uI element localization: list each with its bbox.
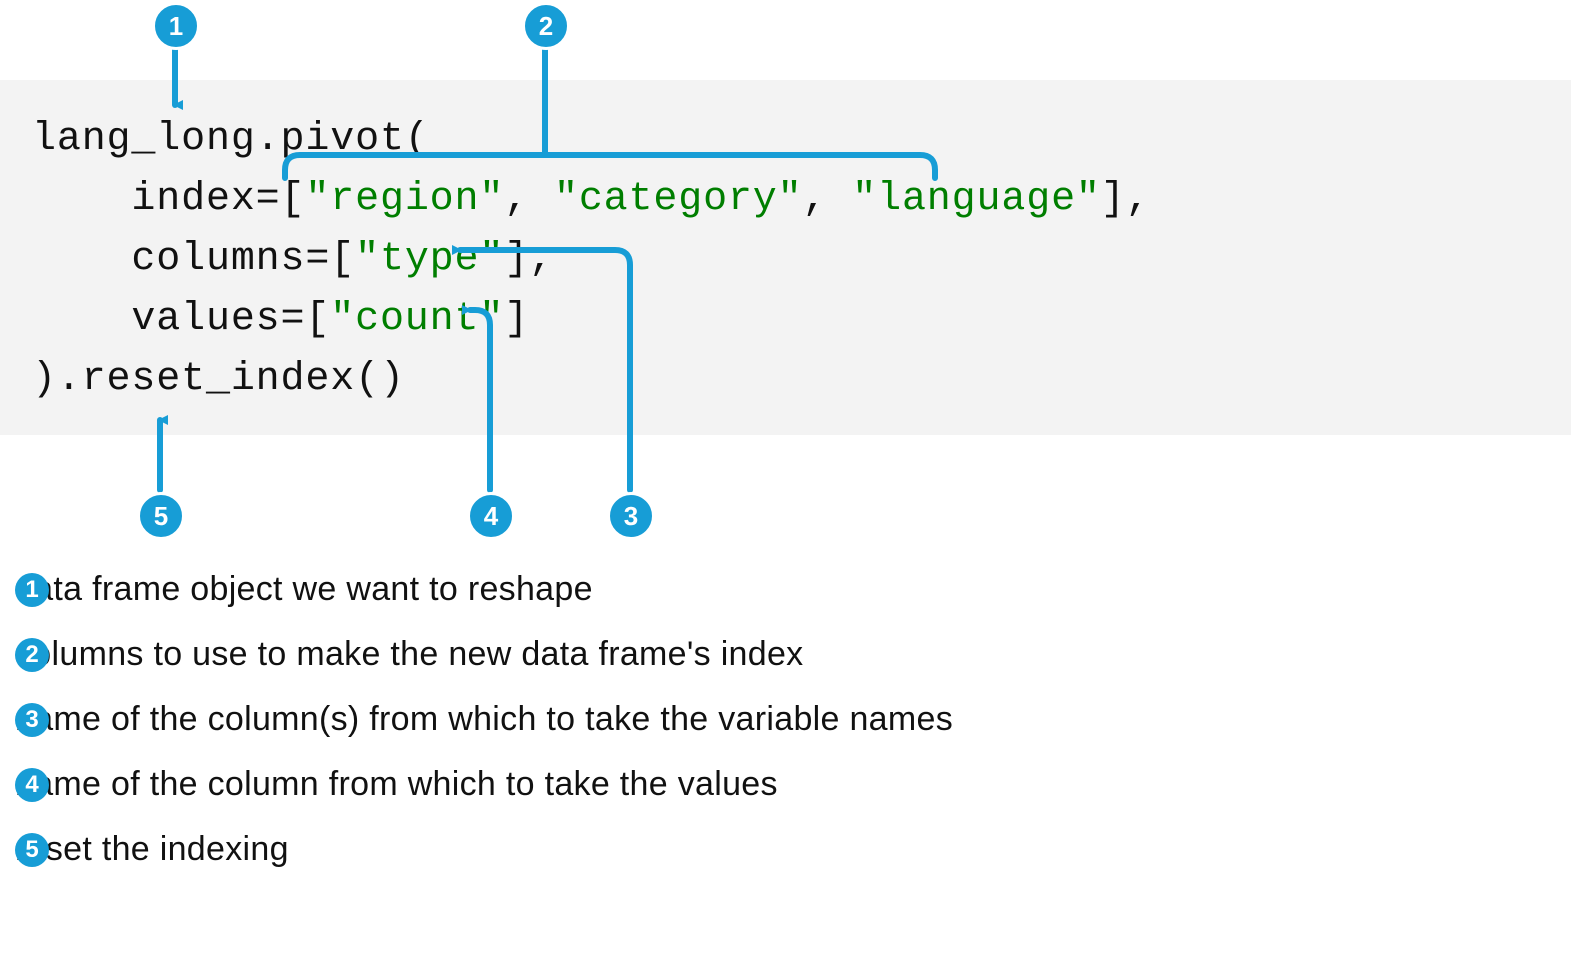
legend-row-1: 1 data frame object we want to reshape xyxy=(15,570,1415,609)
legend-badge-2-num: 2 xyxy=(25,641,38,669)
legend-text-3: name of the column(s) from which to take… xyxy=(15,700,953,739)
legend-row-2: 2 columns to use to make the new data fr… xyxy=(15,635,1415,674)
badge-4: 4 xyxy=(467,492,515,540)
code-comma-2: , xyxy=(803,177,853,222)
code-str-language: "language" xyxy=(852,177,1101,222)
legend-row-3: 3 name of the column(s) from which to ta… xyxy=(15,700,1415,739)
code-line-2-prefix: index=[ xyxy=(32,177,305,222)
legend-badge-2: 2 xyxy=(15,638,49,672)
badge-4-num: 4 xyxy=(484,501,498,532)
legend-row-5: 5 reset the indexing xyxy=(15,830,1415,869)
legend-text-2: columns to use to make the new data fram… xyxy=(15,635,803,674)
badge-1-num: 1 xyxy=(169,11,183,42)
code-str-count: "count" xyxy=(330,297,504,342)
legend-badge-4-num: 4 xyxy=(25,771,38,799)
diagram-canvas: lang_long.pivot( index=["region", "categ… xyxy=(0,0,1571,971)
code-line-3-suffix: ], xyxy=(504,237,554,282)
badge-2-num: 2 xyxy=(539,11,553,42)
legend-badge-4: 4 xyxy=(15,768,49,802)
legend-badge-5: 5 xyxy=(15,833,49,867)
legend-text-4: name of the column from which to take th… xyxy=(15,765,778,804)
code-line-4-suffix: ] xyxy=(504,297,529,342)
legend-badge-3-num: 3 xyxy=(25,706,38,734)
legend-badge-1-num: 1 xyxy=(25,576,38,604)
code-block: lang_long.pivot( index=["region", "categ… xyxy=(32,110,1151,410)
legend-badge-1: 1 xyxy=(15,573,49,607)
legend-row-4: 4 name of the column from which to take … xyxy=(15,765,1415,804)
code-str-type: "type" xyxy=(355,237,504,282)
code-str-category: "category" xyxy=(554,177,803,222)
badge-3: 3 xyxy=(607,492,655,540)
badge-5-num: 5 xyxy=(154,501,168,532)
code-str-region: "region" xyxy=(305,177,504,222)
legend-text-5: reset the indexing xyxy=(15,830,289,869)
code-comma-1: , xyxy=(504,177,554,222)
badge-1: 1 xyxy=(152,2,200,50)
legend: 1 data frame object we want to reshape 2… xyxy=(15,570,1415,895)
legend-text-1: data frame object we want to reshape xyxy=(15,570,593,609)
legend-badge-3: 3 xyxy=(15,703,49,737)
badge-5: 5 xyxy=(137,492,185,540)
badge-3-num: 3 xyxy=(624,501,638,532)
legend-badge-5-num: 5 xyxy=(25,836,38,864)
code-line-5: ).reset_index() xyxy=(32,357,405,402)
code-line-2-suffix: ], xyxy=(1101,177,1151,222)
code-line-1: lang_long.pivot( xyxy=(32,117,430,162)
code-line-3-prefix: columns=[ xyxy=(32,237,355,282)
badge-2: 2 xyxy=(522,2,570,50)
code-line-4-prefix: values=[ xyxy=(32,297,330,342)
